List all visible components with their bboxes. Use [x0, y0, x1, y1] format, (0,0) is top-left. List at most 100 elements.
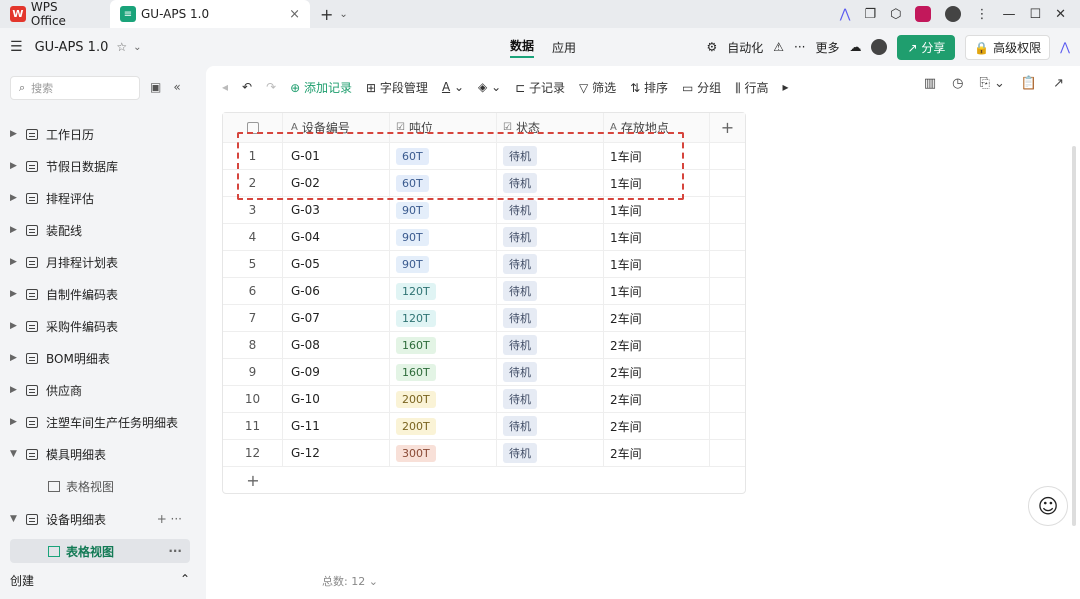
expand-icon[interactable]: ▶ — [10, 417, 22, 427]
close-icon[interactable]: × — [289, 7, 300, 22]
cell-code[interactable]: G-01 — [283, 143, 390, 169]
fill-color-button[interactable]: ◈ ⌄ — [478, 80, 501, 94]
cell-tonnage[interactable]: 90T — [390, 251, 497, 277]
history-icon[interactable]: ◷ — [952, 76, 963, 91]
clipboard-icon[interactable]: 📋 — [1021, 76, 1037, 91]
cell-location[interactable]: 1车间 — [604, 224, 710, 250]
table-row[interactable]: 2 G-02 60T 待机 1车间 — [223, 170, 745, 197]
cell-location[interactable]: 1车间 — [604, 278, 710, 304]
cell-tonnage[interactable]: 120T — [390, 305, 497, 331]
cell-tonnage[interactable]: 160T — [390, 332, 497, 358]
sidebar-item-equipment-grid-view[interactable]: 表格视图 ··· — [10, 539, 190, 563]
toolbar-more-icon[interactable]: ▸ — [783, 80, 789, 94]
table-row[interactable]: 10 G-10 200T 待机 2车间 — [223, 386, 745, 413]
app-avatar[interactable] — [915, 6, 932, 22]
expand-icon[interactable]: ▶ — [10, 225, 22, 235]
sidebar-item-molds[interactable]: ▼ 模具明细表 — [10, 442, 190, 466]
chevron-down-icon[interactable]: ⌄ — [133, 42, 141, 53]
cell-code[interactable]: G-03 — [283, 197, 390, 223]
tab-wps-office[interactable]: W WPS Office — [0, 0, 106, 28]
expand-icon[interactable]: ▶ — [10, 385, 22, 395]
menu-icon[interactable]: ☰ — [10, 39, 23, 55]
window-icon[interactable]: ❐ — [864, 7, 876, 22]
export-icon[interactable]: ⎘ ⌄ — [979, 76, 1004, 91]
sidebar-item-purchase-codes[interactable]: ▶ 采购件编码表 — [10, 314, 190, 338]
cell-tonnage[interactable]: 60T — [390, 170, 497, 196]
sidebar-item-monthly-plan[interactable]: ▶ 月排程计划表 — [10, 250, 190, 274]
permissions-button[interactable]: 🔒 高级权限 — [965, 34, 1051, 60]
cell-location[interactable]: 2车间 — [604, 386, 710, 412]
cell-location[interactable]: 2车间 — [604, 332, 710, 358]
cell-location[interactable]: 1车间 — [604, 170, 710, 196]
chevron-up-icon[interactable]: ⌃ — [180, 572, 190, 589]
cell-code[interactable]: G-12 — [283, 440, 390, 466]
star-icon[interactable]: ☆ — [116, 40, 127, 54]
cell-state[interactable]: 待机 — [497, 386, 604, 412]
expand-icon[interactable]: ▶ — [10, 161, 22, 171]
cell-state[interactable]: 待机 — [497, 224, 604, 250]
column-header-tonnage[interactable]: ☑ 吨位 — [390, 113, 497, 142]
table-row[interactable]: 8 G-08 160T 待机 2车间 — [223, 332, 745, 359]
share-link-icon[interactable]: ↗ — [1053, 76, 1064, 91]
sidebar-item-work-calendar[interactable]: ▶ 工作日历 — [10, 122, 190, 146]
more-button[interactable]: 更多 — [815, 39, 839, 56]
automation-button[interactable]: 自动化 — [727, 39, 763, 56]
expand-icon[interactable]: ▶ — [10, 129, 22, 139]
collapse-arrow-icon[interactable]: ▼ — [10, 514, 22, 524]
record-count[interactable]: 总数: 12 ⌄ — [322, 573, 378, 589]
new-tab-button[interactable]: + — [320, 5, 333, 24]
expand-icon[interactable]: ▶ — [10, 193, 22, 203]
cell-tonnage[interactable]: 300T — [390, 440, 497, 466]
table-row[interactable]: 5 G-05 90T 待机 1车间 — [223, 251, 745, 278]
more-icon[interactable]: ··· — [168, 544, 182, 558]
cell-tonnage[interactable]: 90T — [390, 224, 497, 250]
cell-code[interactable]: G-08 — [283, 332, 390, 358]
layout-icon[interactable]: ▥ — [924, 76, 936, 91]
expand-icon[interactable]: ▶ — [10, 257, 22, 267]
expand-icon[interactable]: ▶ — [10, 321, 22, 331]
cell-state[interactable]: 待机 — [497, 170, 604, 196]
sub-record-button[interactable]: ⊏ 子记录 — [515, 79, 565, 96]
cell-code[interactable]: G-06 — [283, 278, 390, 304]
chevron-down-icon[interactable]: ⌄ — [339, 9, 347, 20]
sidebar-item-injection-tasks[interactable]: ▶ 注塑车间生产任务明细表 — [10, 410, 190, 434]
cell-location[interactable]: 1车间 — [604, 143, 710, 169]
sidebar-item-self-made-codes[interactable]: ▶ 自制件编码表 — [10, 282, 190, 306]
table-row[interactable]: 9 G-09 160T 待机 2车间 — [223, 359, 745, 386]
cell-tonnage[interactable]: 120T — [390, 278, 497, 304]
cell-state[interactable]: 待机 — [497, 413, 604, 439]
cell-state[interactable]: 待机 — [497, 359, 604, 385]
cell-code[interactable]: G-02 — [283, 170, 390, 196]
cell-tonnage[interactable]: 200T — [390, 386, 497, 412]
ai-icon[interactable]: ⋀ — [840, 7, 851, 22]
warning-icon[interactable]: ⚠ — [773, 40, 784, 54]
table-row[interactable]: 3 G-03 90T 待机 1车间 — [223, 197, 745, 224]
sidebar-item-actions[interactable]: + ··· — [157, 512, 182, 526]
cube-icon[interactable]: ⬡ — [890, 7, 901, 22]
scrollbar[interactable] — [1072, 146, 1076, 526]
cell-state[interactable]: 待机 — [497, 332, 604, 358]
tab-data[interactable]: 数据 — [510, 37, 535, 58]
maximize-icon[interactable]: ☐ — [1029, 7, 1041, 22]
assistant-icon[interactable]: ☺ — [1028, 486, 1068, 526]
select-all-cell[interactable] — [223, 113, 283, 142]
undo-icon[interactable]: ↶ — [242, 80, 252, 94]
sidebar-item-assembly-line[interactable]: ▶ 装配线 — [10, 218, 190, 242]
cell-code[interactable]: G-11 — [283, 413, 390, 439]
expand-icon[interactable]: ▶ — [10, 353, 22, 363]
cell-code[interactable]: G-05 — [283, 251, 390, 277]
cell-code[interactable]: G-07 — [283, 305, 390, 331]
cell-location[interactable]: 2车间 — [604, 359, 710, 385]
sidebar-item-holidays[interactable]: ▶ 节假日数据库 — [10, 154, 190, 178]
search-input[interactable]: ⌕ 搜索 — [10, 76, 140, 100]
cell-tonnage[interactable]: 160T — [390, 359, 497, 385]
cell-state[interactable]: 待机 — [497, 143, 604, 169]
panel-icon[interactable]: ▣ — [150, 80, 161, 94]
more-icon[interactable]: ⋮ — [975, 7, 988, 22]
cell-location[interactable]: 1车间 — [604, 197, 710, 223]
expand-icon[interactable]: ▶ — [10, 289, 22, 299]
user-avatar[interactable] — [945, 6, 962, 22]
redo-icon[interactable]: ↷ — [266, 80, 276, 94]
text-color-button[interactable]: A ⌄ — [442, 80, 464, 94]
group-button[interactable]: ▭ 分组 — [682, 79, 721, 96]
